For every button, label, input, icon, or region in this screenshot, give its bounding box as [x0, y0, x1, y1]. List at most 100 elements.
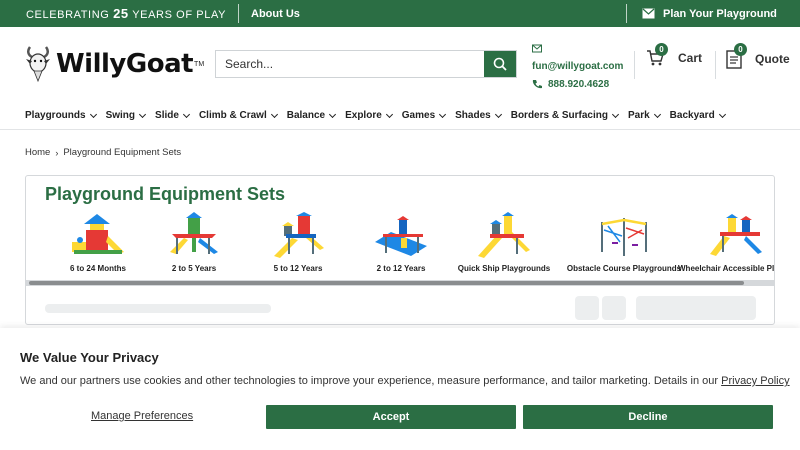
cart-button[interactable]: 0 Cart	[646, 43, 703, 67]
decline-button[interactable]: Decline	[523, 405, 773, 429]
nav-item-balance[interactable]: Balance	[286, 110, 337, 121]
playset-quick-ship-image	[478, 212, 530, 258]
privacy-text: We and our partners use cookies and othe…	[20, 375, 790, 387]
loading-placeholder	[636, 296, 756, 320]
nav-label: Park	[627, 110, 650, 121]
cookie-consent-banner: We Value Your Privacy We and our partner…	[0, 328, 800, 450]
site-header: WillyGoat TM fun@willygoat.com 888.920.4…	[0, 27, 800, 102]
nav-label: Games	[401, 110, 436, 121]
anniversary-suffix: YEARS OF PLAY	[132, 9, 227, 21]
anniversary-prefix: CELEBRATING	[26, 9, 110, 21]
search-input[interactable]	[216, 51, 484, 77]
nav-item-slide[interactable]: Slide	[155, 110, 190, 121]
mail-icon	[642, 8, 655, 19]
chevron-down-icon	[439, 110, 447, 118]
category-item-2-12-years[interactable]: 2 to 12 Years	[349, 212, 453, 273]
loading-placeholder	[575, 296, 599, 320]
chevron-down-icon	[494, 110, 502, 118]
search-icon	[493, 57, 507, 71]
nav-item-climb-crawl[interactable]: Climb & Crawl	[198, 110, 278, 121]
category-item-2-5-years[interactable]: 2 to 5 Years	[142, 212, 246, 273]
nav-item-explore[interactable]: Explore	[345, 110, 393, 121]
category-label: Wheelchair Accessible Playgr	[678, 264, 775, 273]
category-card: Playground Equipment Sets 6 to 24 Months	[25, 175, 775, 325]
search-bar	[215, 50, 517, 78]
nav-label: Climb & Crawl	[198, 110, 267, 121]
chevron-down-icon	[385, 110, 393, 118]
nav-item-games[interactable]: Games	[401, 110, 447, 121]
cart-count-badge: 0	[655, 43, 668, 56]
nav-label: Swing	[105, 110, 136, 121]
anniversary-number: 25	[113, 6, 129, 21]
category-item-wheelchair-accessible[interactable]: Wheelchair Accessible Playgr	[678, 212, 775, 273]
goat-logo-icon	[26, 46, 50, 83]
phone-link[interactable]: 888.920.4628	[548, 79, 609, 90]
accept-button[interactable]: Accept	[266, 405, 516, 429]
divider	[626, 4, 627, 23]
trademark: TM	[194, 60, 205, 68]
cart-label: Cart	[678, 51, 703, 65]
playset-accessible-image	[710, 214, 762, 256]
category-label: Quick Ship Playgrounds	[457, 264, 551, 273]
email-text-row[interactable]: fun@willygoat.com	[532, 57, 623, 75]
email-icon	[532, 44, 542, 53]
nav-item-swing[interactable]: Swing	[105, 110, 147, 121]
nav-label: Explore	[345, 110, 382, 121]
plan-playground-label: Plan Your Playground	[663, 7, 777, 20]
scrollbar-thumb[interactable]	[29, 281, 744, 285]
breadcrumb-home-link[interactable]: Home	[25, 147, 50, 158]
privacy-body: We and our partners use cookies and othe…	[20, 375, 719, 387]
category-item-5-12-years[interactable]: 5 to 12 Years	[246, 212, 350, 273]
brand-name: WillyGoat	[56, 49, 194, 79]
nav-item-park[interactable]: Park	[627, 110, 661, 121]
chevron-down-icon	[653, 110, 661, 118]
quote-count-badge: 0	[734, 43, 747, 56]
contact-info: fun@willygoat.com 888.920.4628	[532, 39, 623, 93]
divider	[634, 51, 635, 79]
search-button[interactable]	[484, 51, 516, 77]
nav-label: Backyard	[669, 110, 715, 121]
playset-school-age-image	[274, 212, 324, 258]
category-item-6-24-months[interactable]: 6 to 24 Months	[46, 212, 150, 273]
playset-preschool-image	[170, 212, 218, 254]
divider	[715, 51, 716, 79]
phone-row[interactable]: 888.920.4628	[532, 75, 623, 93]
page-title: Playground Equipment Sets	[45, 184, 286, 204]
phone-icon	[532, 80, 542, 89]
playset-obstacle-course-image	[601, 218, 647, 256]
category-label: 2 to 12 Years	[376, 264, 426, 273]
carousel-scrollbar[interactable]	[26, 280, 774, 286]
privacy-policy-link[interactable]: Privacy Policy	[721, 375, 789, 387]
nav-label: Borders & Surfacing	[510, 110, 608, 121]
category-item-obstacle-course[interactable]: Obstacle Course Playgrounds	[566, 212, 682, 273]
chevron-down-icon	[138, 110, 147, 118]
plan-playground-link[interactable]: Plan Your Playground	[642, 0, 777, 27]
about-us-link[interactable]: About Us	[251, 8, 300, 20]
nav-item-playgrounds[interactable]: Playgrounds	[25, 110, 97, 121]
nav-item-borders-surfacing[interactable]: Borders & Surfacing	[510, 110, 620, 121]
category-label: 5 to 12 Years	[273, 264, 323, 273]
email-link[interactable]: fun@willygoat.com	[532, 61, 623, 72]
chevron-down-icon	[89, 110, 97, 118]
email-row[interactable]	[532, 39, 623, 57]
chevron-down-icon	[329, 110, 337, 118]
category-item-quick-ship[interactable]: Quick Ship Playgrounds	[452, 212, 556, 273]
privacy-title: We Value Your Privacy	[20, 350, 159, 365]
nav-label: Shades	[455, 110, 491, 121]
chevron-right-icon: ›	[55, 147, 59, 158]
divider	[238, 4, 240, 23]
category-label: Obstacle Course Playgrounds	[566, 264, 682, 273]
nav-label: Playgrounds	[25, 110, 86, 121]
logo[interactable]: WillyGoat TM	[24, 45, 204, 83]
quote-label: Quote	[755, 52, 790, 66]
anniversary-banner: CELEBRATING 25 YEARS OF PLAY	[26, 6, 226, 21]
manage-preferences-link[interactable]: Manage Preferences	[91, 410, 193, 422]
nav-item-backyard[interactable]: Backyard	[669, 110, 726, 121]
playset-toddler-image	[72, 214, 124, 254]
nav-label: Slide	[155, 110, 179, 121]
nav-item-shades[interactable]: Shades	[455, 110, 502, 121]
loading-placeholder	[45, 304, 271, 313]
playset-all-ages-image	[375, 216, 427, 256]
quote-button[interactable]: 0 Quote	[726, 43, 790, 69]
nav-label: Balance	[286, 110, 326, 121]
